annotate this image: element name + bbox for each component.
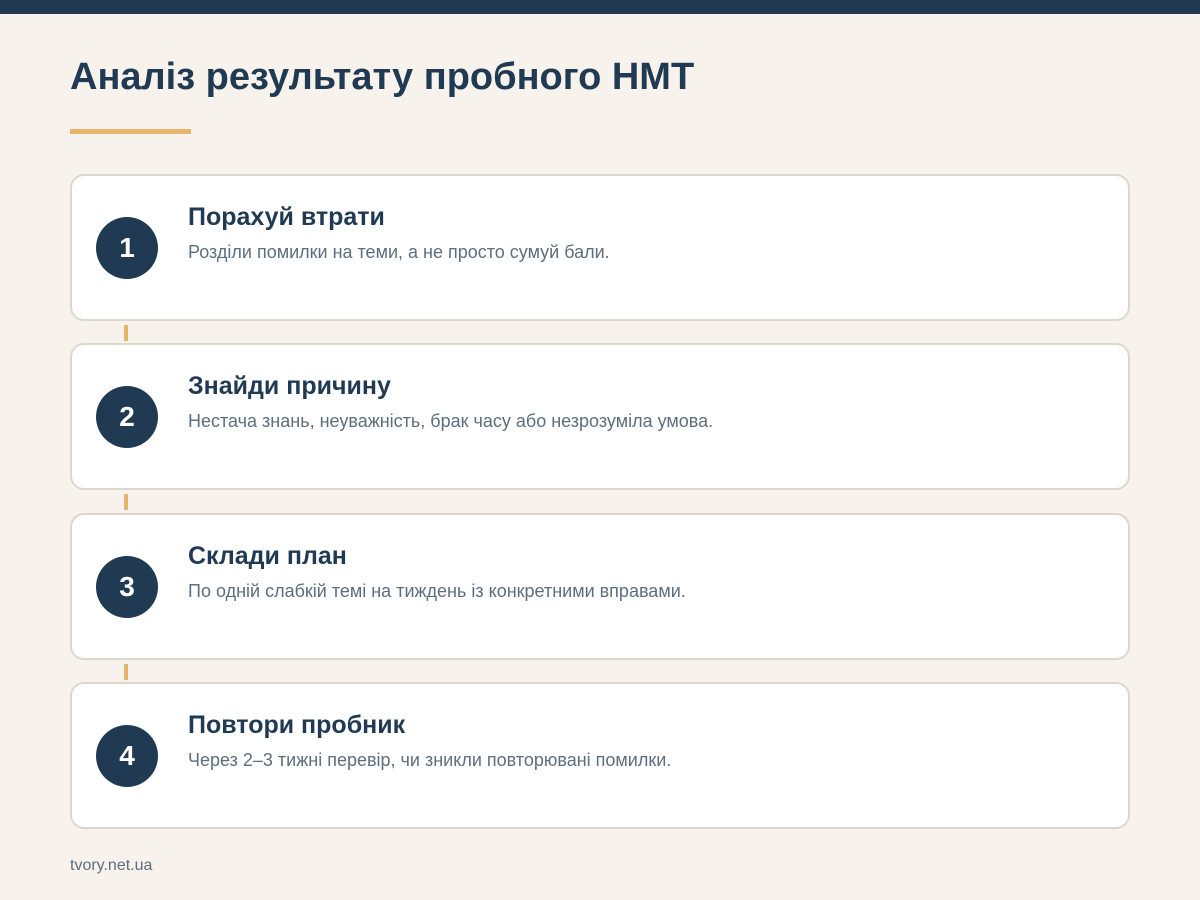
step-card-2: 2 Знайди причину Нестача знань, неуважні… — [70, 343, 1130, 490]
footer-source: tvory.net.ua — [70, 857, 153, 874]
step-number-badge: 2 — [96, 386, 158, 448]
step-number-badge: 1 — [96, 217, 158, 279]
step-description: Розділи помилки на теми, а не просто сум… — [188, 242, 610, 262]
step-description: Нестача знань, неуважність, брак часу аб… — [188, 411, 714, 431]
step-number-badge: 4 — [96, 725, 158, 787]
step-title: Повтори пробник — [188, 711, 406, 739]
step-description: По одній слабкій темі на тиждень із конк… — [188, 581, 686, 601]
step-connector — [124, 325, 128, 341]
step-title: Порахуй втрати — [188, 203, 385, 231]
step-description: Через 2–3 тижні перевір, чи зникли повто… — [188, 750, 672, 770]
title-underline — [70, 129, 191, 134]
page-title: Аналіз результату пробного НМТ — [70, 56, 695, 98]
step-number-badge: 3 — [96, 556, 158, 618]
step-card-3: 3 Склади план По одній слабкій темі на т… — [70, 513, 1130, 660]
step-connector — [124, 664, 128, 680]
step-title: Знайди причину — [188, 372, 391, 400]
step-card-1: 1 Порахуй втрати Розділи помилки на теми… — [70, 174, 1130, 321]
step-title: Склади план — [188, 542, 347, 570]
step-card-4: 4 Повтори пробник Через 2–3 тижні переві… — [70, 682, 1130, 829]
top-bar — [0, 0, 1200, 14]
step-connector — [124, 494, 128, 510]
